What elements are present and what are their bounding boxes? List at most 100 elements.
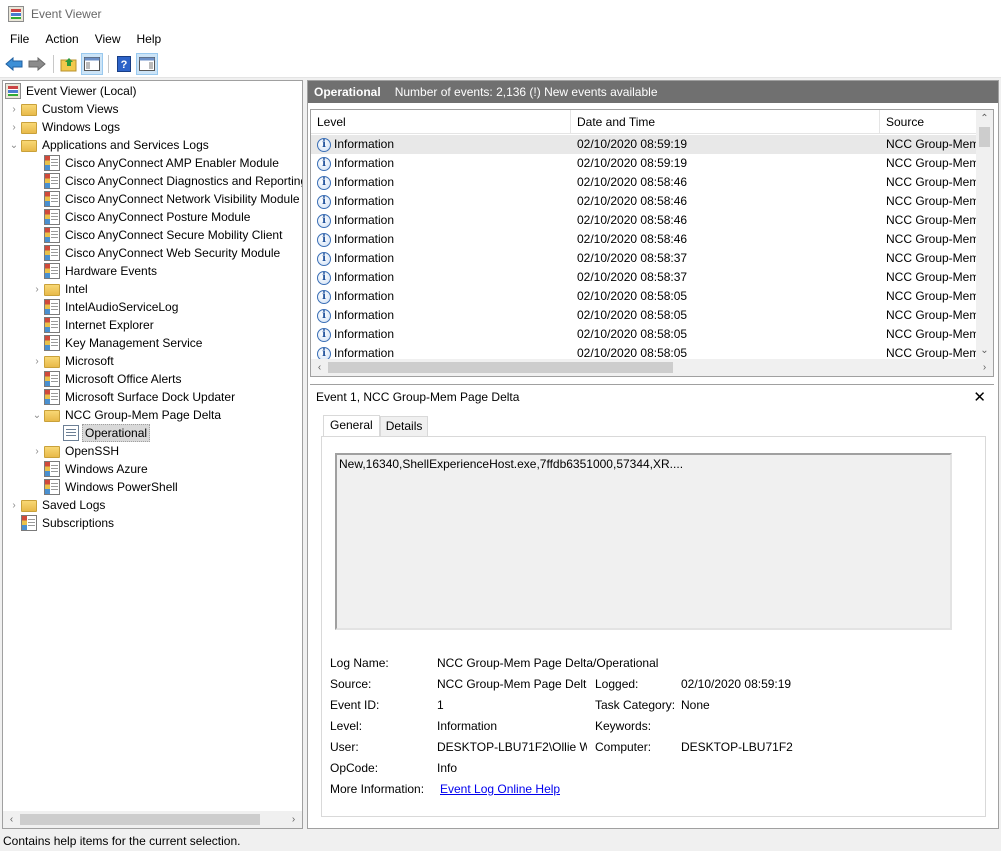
- menu-file[interactable]: File: [2, 28, 37, 50]
- back-button[interactable]: [3, 53, 25, 75]
- tree-item-ncc-group[interactable]: ⌄ NCC Group-Mem Page Delta: [30, 406, 223, 424]
- tree-item-log[interactable]: Internet Explorer: [30, 316, 156, 334]
- value-event-id[interactable]: 1: [437, 698, 444, 712]
- chevron-right-icon[interactable]: ›: [30, 280, 44, 298]
- column-header-date[interactable]: Date and Time: [571, 110, 880, 134]
- show-hide-action-pane-button[interactable]: [136, 52, 158, 75]
- level-text: Information: [334, 289, 395, 303]
- value-level[interactable]: Information: [437, 719, 497, 733]
- tree-item-log[interactable]: Microsoft Surface Dock Updater: [30, 388, 237, 406]
- tree-item-log[interactable]: Cisco AnyConnect Network Visibility Modu…: [30, 190, 302, 208]
- tree-item-subscriptions[interactable]: Subscriptions: [7, 514, 116, 532]
- general-tab-panel: New,16340,ShellExperienceHost.exe,7ffdb6…: [321, 436, 986, 817]
- chevron-right-icon[interactable]: ›: [30, 352, 44, 370]
- table-row[interactable]: i Information 02/10/2020 08:58:46 NCC Group…: [311, 192, 977, 211]
- log-icon: [44, 245, 60, 261]
- tab-general[interactable]: General: [323, 415, 380, 437]
- cell-source: NCC Group-Mem: [886, 137, 977, 151]
- value-logged[interactable]: 02/10/2020 08:59:19: [681, 677, 791, 691]
- level-text: Information: [334, 270, 395, 284]
- scroll-right-icon[interactable]: ›: [976, 359, 993, 376]
- tree-item-folder[interactable]: › Microsoft: [30, 352, 116, 370]
- tree-item-saved-logs[interactable]: › Saved Logs: [7, 496, 107, 514]
- tree-item-label: Cisco AnyConnect Diagnostics and Reporti…: [65, 174, 303, 188]
- table-row[interactable]: i Information 02/10/2020 08:58:46 NCC Group…: [311, 230, 977, 249]
- menu-help[interactable]: Help: [129, 28, 170, 50]
- cell-level: i Information: [311, 173, 571, 192]
- grid-horizontal-scrollbar[interactable]: ‹ ›: [311, 359, 993, 376]
- cell-level: i Information: [311, 230, 571, 249]
- tree-item-applications-and-services-logs[interactable]: ⌄ Applications and Services Logs: [7, 136, 211, 154]
- tree-item-log[interactable]: Microsoft Office Alerts: [30, 370, 183, 388]
- grid-vertical-scrollbar[interactable]: ⌃ ⌄: [976, 110, 993, 359]
- tree-item-label: NCC Group-Mem Page Delta: [65, 408, 222, 422]
- event-description[interactable]: New,16340,ShellExperienceHost.exe,7ffdb6…: [335, 453, 952, 630]
- close-icon[interactable]: ✕: [973, 388, 986, 406]
- tree-item-log[interactable]: Windows Azure: [30, 460, 150, 478]
- tree-item-folder[interactable]: › OpenSSH: [30, 442, 121, 460]
- tree-item-log[interactable]: Cisco AnyConnect Web Security Module: [30, 244, 282, 262]
- menu-action[interactable]: Action: [37, 28, 86, 50]
- tab-details[interactable]: Details: [379, 416, 429, 437]
- table-row[interactable]: i Information 02/10/2020 08:58:37 NCC Group…: [311, 268, 977, 287]
- tree-item-log[interactable]: Hardware Events: [30, 262, 159, 280]
- tree-horizontal-scrollbar[interactable]: ‹ ›: [3, 811, 302, 828]
- scroll-left-icon[interactable]: ‹: [3, 811, 20, 828]
- tree-item-log[interactable]: Cisco AnyConnect AMP Enabler Module: [30, 154, 281, 172]
- help-button[interactable]: ?: [113, 53, 135, 75]
- tree-item-log[interactable]: IntelAudioServiceLog: [30, 298, 180, 316]
- tree-item-log[interactable]: Cisco AnyConnect Diagnostics and Reporti…: [30, 172, 303, 190]
- tree-item-label: Operational: [82, 424, 151, 442]
- column-header-level[interactable]: Level: [311, 110, 571, 134]
- scrollbar-thumb[interactable]: [328, 362, 673, 373]
- value-opcode[interactable]: Info: [437, 761, 457, 775]
- cell-level: i Information: [311, 268, 571, 287]
- table-row[interactable]: i Information 02/10/2020 08:59:19 NCC Group…: [311, 135, 977, 154]
- level-text: Information: [334, 194, 395, 208]
- scrollbar-thumb[interactable]: [20, 814, 260, 825]
- tree-item-root[interactable]: Event Viewer (Local): [5, 82, 139, 100]
- column-header-source[interactable]: Source: [880, 110, 977, 134]
- information-icon: i: [317, 232, 331, 247]
- scrollbar-thumb[interactable]: [979, 127, 990, 147]
- tree-item-operational[interactable]: Operational: [49, 424, 151, 442]
- title-bar: Event Viewer: [0, 0, 1001, 27]
- scroll-up-icon[interactable]: ⌃: [976, 110, 993, 127]
- chevron-right-icon[interactable]: ›: [7, 118, 21, 136]
- table-row[interactable]: i Information 02/10/2020 08:58:46 NCC Group…: [311, 173, 977, 192]
- chevron-right-icon[interactable]: ›: [7, 496, 21, 514]
- status-bar: Contains help items for the current sele…: [0, 832, 1001, 851]
- menu-view[interactable]: View: [87, 28, 129, 50]
- tree-item-windows-logs[interactable]: › Windows Logs: [7, 118, 122, 136]
- event-log-online-help-link[interactable]: Event Log Online Help: [440, 782, 560, 796]
- value-task-category[interactable]: None: [681, 698, 710, 712]
- tree-item-folder[interactable]: › Intel: [30, 280, 90, 298]
- forward-button[interactable]: [26, 53, 48, 75]
- up-folder-button[interactable]: [58, 53, 80, 75]
- cell-source: NCC Group-Mem: [886, 251, 977, 265]
- table-row[interactable]: i Information 02/10/2020 08:58:05 NCC Group…: [311, 306, 977, 325]
- folder-icon: [44, 410, 60, 422]
- show-hide-console-tree-button[interactable]: [81, 52, 103, 75]
- table-row[interactable]: i Information 02/10/2020 08:58:37 NCC Group…: [311, 249, 977, 268]
- table-row[interactable]: i Information 02/10/2020 08:58:46 NCC Group…: [311, 211, 977, 230]
- scroll-down-icon[interactable]: ⌄: [976, 342, 993, 359]
- scroll-left-icon[interactable]: ‹: [311, 359, 328, 376]
- chevron-down-icon[interactable]: ⌄: [7, 136, 21, 154]
- table-row[interactable]: i Information 02/10/2020 08:59:19 NCC Group…: [311, 154, 977, 173]
- value-user[interactable]: DESKTOP-LBU71F2\Ollie Wh: [437, 740, 587, 754]
- table-row[interactable]: i Information 02/10/2020 08:58:05 NCC Group…: [311, 287, 977, 306]
- value-source[interactable]: NCC Group-Mem Page Delta: [437, 677, 587, 691]
- tree-item-log[interactable]: Cisco AnyConnect Secure Mobility Client: [30, 226, 284, 244]
- chevron-down-icon[interactable]: ⌄: [30, 406, 44, 424]
- tree-item-log[interactable]: Windows PowerShell: [30, 478, 180, 496]
- chevron-right-icon[interactable]: ›: [7, 100, 21, 118]
- value-computer[interactable]: DESKTOP-LBU71F2: [681, 740, 793, 754]
- table-row[interactable]: i Information 02/10/2020 08:58:05 NCC Group…: [311, 325, 977, 344]
- tree-item-log[interactable]: Key Management Service: [30, 334, 204, 352]
- value-log-name[interactable]: NCC Group-Mem Page Delta/Operational: [437, 656, 658, 670]
- tree-item-log[interactable]: Cisco AnyConnect Posture Module: [30, 208, 252, 226]
- scroll-right-icon[interactable]: ›: [285, 811, 302, 828]
- chevron-right-icon[interactable]: ›: [30, 442, 44, 460]
- tree-item-custom-views[interactable]: › Custom Views: [7, 100, 120, 118]
